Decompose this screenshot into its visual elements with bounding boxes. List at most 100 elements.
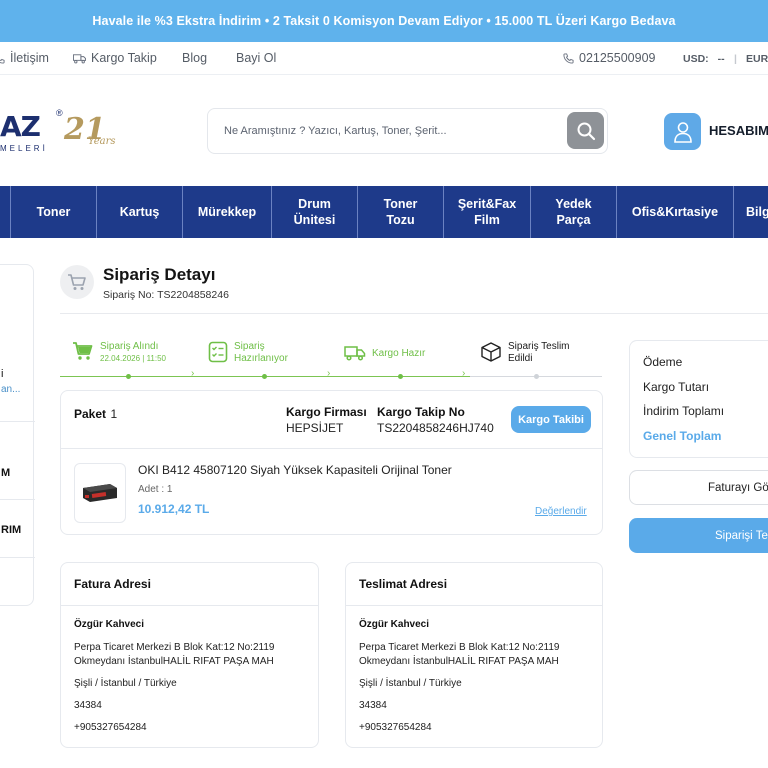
- toner-image: [83, 484, 117, 502]
- step-cargo-ready: Kargo Hazır: [344, 345, 425, 361]
- billing-title: Fatura Adresi: [74, 577, 151, 591]
- user-icon: [673, 121, 692, 143]
- tracking-label: Kargo Takip No: [377, 405, 465, 419]
- nav-drum-unitesi[interactable]: Drum Ünitesi: [271, 186, 357, 238]
- billing-name: Özgür Kahveci: [74, 619, 145, 630]
- progress-dot: [262, 374, 267, 379]
- promo-text: Havale ile %3 Ekstra İndirim • 2 Taksit …: [92, 14, 676, 28]
- account-sidebar: i an... M RIM: [0, 264, 35, 606]
- summary-shipping-cost: Kargo Tutarı: [643, 380, 710, 394]
- nav-serit-fax-film[interactable]: Şerit&Fax Film: [443, 186, 530, 238]
- sidebar-item-m[interactable]: M: [1, 467, 10, 479]
- page-title: Sipariş Detayı: [103, 265, 216, 284]
- contact-label: İletişim: [10, 51, 49, 65]
- sidebar-text: i: [1, 368, 4, 380]
- usd-rate: USD: --: [683, 53, 725, 65]
- view-invoice-button[interactable]: Faturayı Gö: [629, 470, 768, 505]
- logo-years: Years: [88, 136, 116, 147]
- cargo-track-label: Kargo Takip: [91, 51, 157, 65]
- carrier-value: HEPSİJET: [286, 421, 344, 435]
- shipping-phone: +905327654284: [359, 722, 432, 733]
- cart-icon: [73, 342, 93, 360]
- package-label: Paket 1: [74, 407, 118, 421]
- blog-link[interactable]: Blog: [182, 51, 207, 65]
- progress-dot: [126, 374, 131, 379]
- nav-ofis-kirtasiye[interactable]: Ofis&Kırtasiye: [616, 186, 733, 238]
- phone-link[interactable]: 02125500909: [563, 51, 655, 65]
- product-price: 10.912,42 TL: [138, 502, 210, 516]
- blog-label: Blog: [182, 51, 208, 65]
- order-number: Sipariş No: TS2204858246: [103, 289, 229, 301]
- dealer-link[interactable]: Bayi Ol: [236, 51, 276, 65]
- billing-phone: +905327654284: [74, 722, 147, 733]
- nav-kartus[interactable]: Kartuş: [96, 186, 182, 238]
- nav-yedek-parca[interactable]: Yedek Parça: [530, 186, 616, 238]
- chevron-right-icon: ›: [191, 368, 195, 379]
- step-date: 22.04.2026 | 11:50: [100, 354, 166, 363]
- phone-outline-icon: [0, 58, 5, 64]
- billing-address-card: Fatura Adresi Özgür Kahveci Perpa Ticare…: [60, 562, 319, 748]
- nav-bilgisayar[interactable]: Bilg: [733, 186, 768, 238]
- chevron-right-icon: ›: [462, 368, 466, 379]
- product-thumbnail[interactable]: [74, 463, 126, 523]
- dealer-label: Bayi Ol: [236, 51, 277, 65]
- progress-dot: [534, 374, 539, 379]
- logo-subtitle: MELERİ: [0, 144, 48, 153]
- search-input[interactable]: [224, 121, 564, 141]
- search-button[interactable]: [567, 112, 604, 149]
- tracking-number: TS2204858246HJ740: [377, 421, 494, 435]
- search-icon: [577, 122, 595, 140]
- progress-dot: [398, 374, 403, 379]
- step-order-received: Sipariş Alındı 22.04.2026 | 11:50: [72, 341, 166, 363]
- billing-zip: 34384: [74, 700, 102, 711]
- chevron-right-icon: ›: [327, 368, 331, 379]
- usd-value: --: [717, 53, 725, 65]
- cart-icon: [60, 265, 94, 299]
- track-cargo-button[interactable]: Kargo Takibi: [511, 406, 591, 433]
- confirm-delivery-button[interactable]: Siparişi Te: [629, 518, 768, 553]
- usd-label: USD:: [683, 53, 709, 65]
- phone-icon: [563, 52, 574, 64]
- package-card: Paket 1 Kargo Firması HEPSİJET Kargo Tak…: [60, 390, 603, 535]
- carrier-label: Kargo Firması: [286, 405, 367, 419]
- review-link[interactable]: Değerlendir: [535, 506, 587, 517]
- billing-address: Perpa Ticaret Merkezi B Blok Kat:12 No:2…: [74, 642, 275, 667]
- contact-link[interactable]: İletişim: [0, 51, 49, 65]
- nav-toner-tozu[interactable]: Toner Tozu: [357, 186, 443, 238]
- phone-number: 02125500909: [579, 51, 656, 65]
- nav-toner[interactable]: Toner: [10, 186, 96, 238]
- product-quantity: Adet : 1: [138, 484, 173, 495]
- shipping-city: Şişli / İstanbul / Türkiye: [359, 678, 462, 689]
- box-icon: [481, 342, 501, 362]
- eur-label: EUR:: [746, 53, 768, 65]
- shipping-zip: 34384: [359, 700, 387, 711]
- logo-letters: AZ: [0, 110, 41, 143]
- order-summary: Ödeme Kargo Tutarı İndirim Toplamı Genel…: [629, 340, 768, 458]
- utility-nav: İletişim Kargo Takip Blog Bayi Ol 021255…: [0, 42, 768, 75]
- billing-city: Şişli / İstanbul / Türkiye: [74, 678, 177, 689]
- summary-total: Genel Toplam: [643, 429, 722, 443]
- category-nav: Toner Kartuş Mürekkep Drum Ünitesi Toner T…: [0, 186, 768, 238]
- account-label[interactable]: HESABIM: [709, 123, 768, 138]
- promo-bar: Havale ile %3 Ekstra İndirim • 2 Taksit …: [0, 0, 768, 42]
- summary-payment: Ödeme: [643, 355, 683, 369]
- step-preparing: Sipariş Hazırlanıyor: [208, 341, 288, 365]
- divider: [60, 313, 768, 314]
- sidebar-link[interactable]: an...: [1, 384, 20, 395]
- shipping-address: Perpa Ticaret Merkezi B Blok Kat:12 No:2…: [359, 642, 560, 667]
- step-delivered: Sipariş Teslim Edildi: [480, 341, 570, 365]
- product-name[interactable]: OKI B412 45807120 Siyah Yüksek Kapasitel…: [138, 463, 452, 477]
- logo-registered: ®: [56, 108, 63, 118]
- eur-rate: EUR:: [746, 53, 768, 65]
- site-logo[interactable]: AZ ® 21 Years MELERİ: [0, 108, 130, 154]
- shipping-title: Teslimat Adresi: [359, 577, 448, 591]
- summary-discount: İndirim Toplamı: [643, 404, 725, 418]
- sidebar-item-rim[interactable]: RIM: [1, 524, 21, 536]
- checklist-icon: [208, 341, 228, 363]
- account-button[interactable]: [664, 113, 701, 150]
- shipping-name: Özgür Kahveci: [359, 619, 430, 630]
- cargo-track-link[interactable]: Kargo Takip: [73, 51, 157, 65]
- search-bar: [207, 108, 608, 154]
- delivery-truck-icon: [344, 346, 366, 361]
- nav-murekkep[interactable]: Mürekkep: [182, 186, 271, 238]
